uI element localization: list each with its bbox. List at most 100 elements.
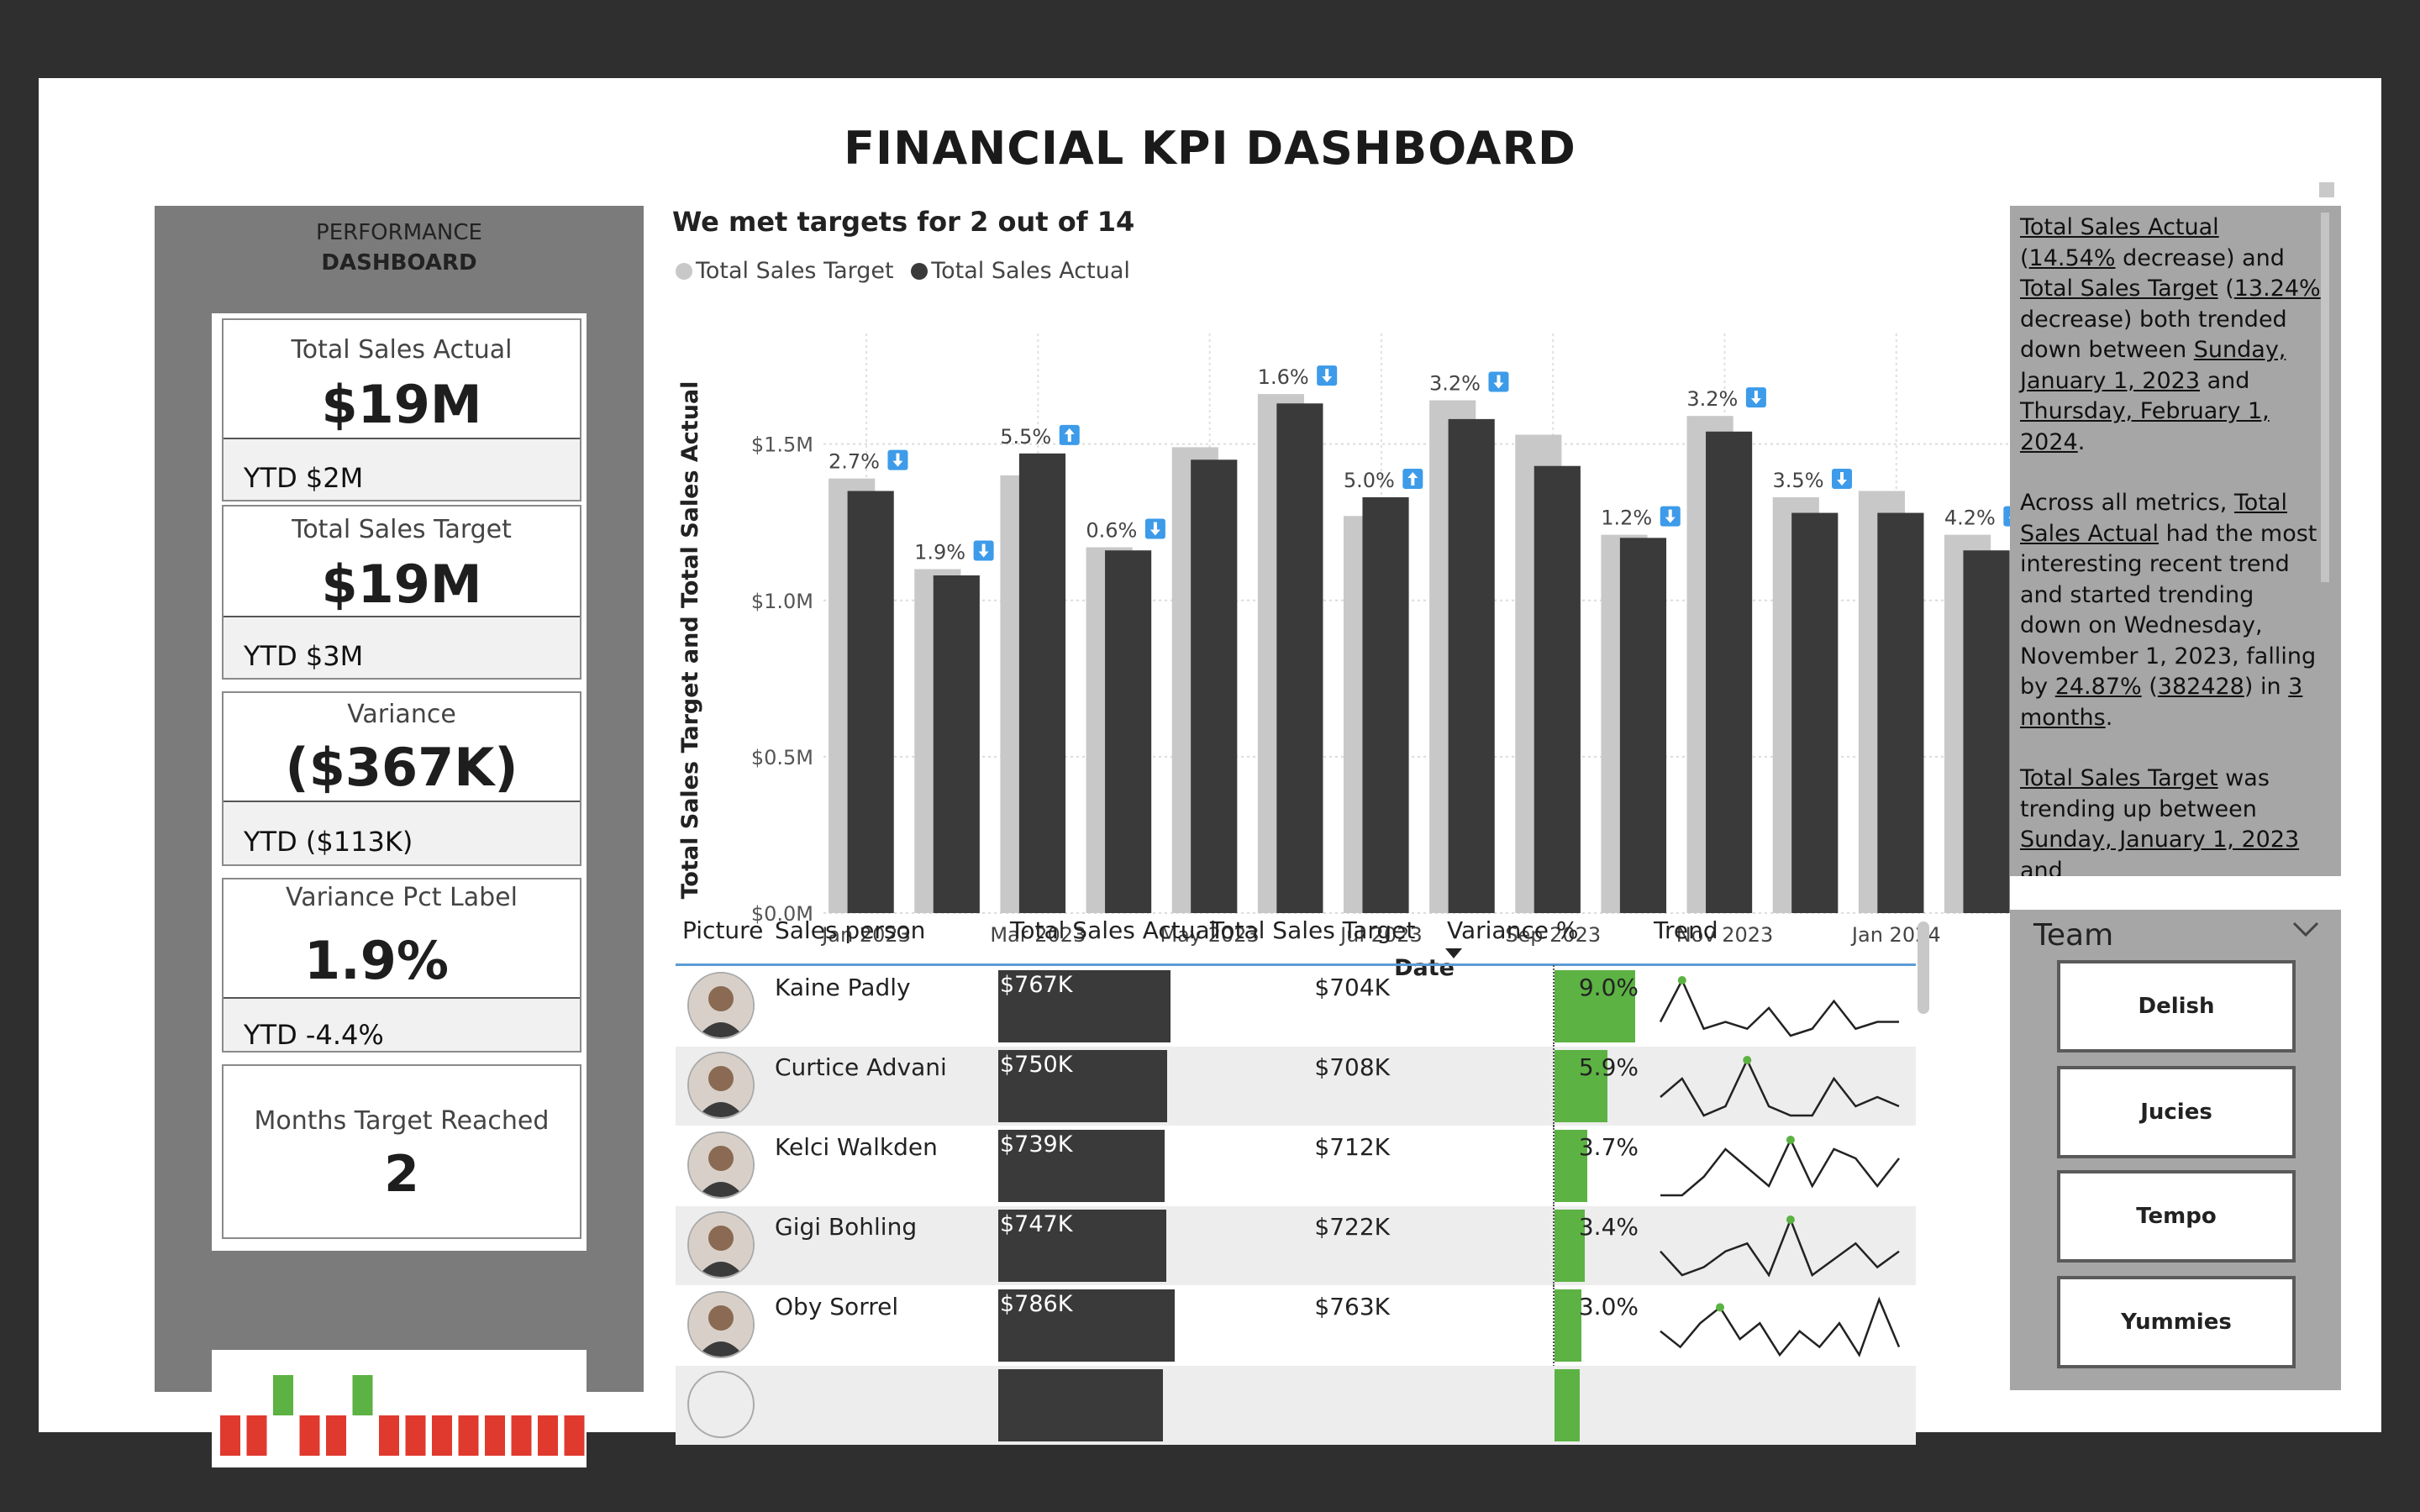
table-body: Kaine Padly $767K $704K 9.0% Curtice Adv… [676,965,1916,1462]
narrative-paragraph: Total Sales Target was trending up betwe… [2020,764,2321,876]
narrative-link[interactable]: Total Sales Target [2020,765,2218,791]
performance-panel: PERFORMANCE DASHBOARD Total Sales Actual… [155,206,644,1467]
sales-bar-chart[interactable]: $0.0M$0.5M$1.0M$1.5M2.7%1.9%5.5%0.6%1.6%… [672,298,2033,987]
arrow-down-icon [1832,468,1853,489]
kpi-ytd: YTD $3M [224,616,580,678]
chevron-down-icon[interactable] [2292,921,2319,938]
y-tick-label: $1.5M [751,433,813,457]
narrative-text: and [2200,367,2250,394]
sparkline-peak-marker [1786,1136,1795,1144]
table-scrollbar[interactable] [1918,921,1929,1014]
actual-cell: $739K [998,1126,1183,1205]
visual-options-icon[interactable] [2319,182,2334,197]
kpi-ytd: YTD ($113K) [224,801,580,864]
sales-person-name: Gigi Bohling [775,1213,918,1241]
narrative-link[interactable]: 382428 [2158,674,2244,700]
narrative-text: decrease) and [2115,244,2285,271]
month-missed-bar [220,1415,240,1456]
team-option-tempo[interactable]: Tempo [2057,1170,2296,1263]
month-met-bar [352,1375,373,1415]
col-header-sales-person[interactable]: Sales person [775,916,925,944]
sparkline-peak-marker [1716,1303,1724,1312]
kpi-card-variance[interactable]: Variance ($367K) YTD ($113K) [222,691,581,866]
legend-label-target: Total Sales Target [696,258,894,284]
arrow-down-icon [973,540,994,561]
panel-title-line2: DASHBOARD [321,250,477,276]
col-header-picture[interactable]: Picture [682,916,763,944]
narrative-link[interactable]: months [2020,705,2106,731]
variance-value: 5.9% [1578,1053,1639,1081]
sparkline-peak-marker [1743,1056,1752,1064]
sparkline-path [1660,1137,1900,1197]
kpi-label: Variance [347,700,456,729]
kpi-value: ($367K) [285,737,518,798]
bar-actual [1018,453,1066,913]
sparkline-path [1660,1216,1900,1278]
table-row-partial[interactable] [676,1366,1916,1445]
narrative-link[interactable]: 14.54% [2029,245,2116,271]
legend-label-actual: Total Sales Actual [931,258,1130,284]
narrative-scrollbar[interactable] [2321,213,2329,582]
narrative-link[interactable]: 3 [2288,674,2302,700]
bar-actual [1448,418,1495,913]
data-label: 3.2% [1429,372,1481,396]
avatar [687,1291,755,1358]
table-row[interactable]: Gigi Bohling $747K $722K 3.4% [676,1205,1916,1287]
data-label: 3.2% [1686,387,1738,411]
team-option-delish[interactable]: Delish [2057,960,2296,1053]
col-header-total-sales-target[interactable]: Total Sales Target [1210,916,1415,944]
y-tick-label: $0.5M [751,746,813,769]
narrative-text: ( [2141,674,2158,700]
sparkline-path [1660,1058,1900,1117]
sales-person-name: Kelci Walkden [775,1133,938,1161]
sort-desc-icon[interactable] [1445,948,1462,958]
kpi-value: $19M [321,374,482,435]
y-tick-label: $1.0M [751,590,813,613]
legend-marker-target [676,263,692,280]
narrative-paragraph: Total Sales Actual (14.54% decrease) and… [2020,213,2321,458]
month-missed-bar [485,1415,505,1456]
narrative-link[interactable]: 24.87% [2055,674,2142,700]
sales-person-name: Oby Sorrel [775,1293,899,1320]
table-row[interactable]: Oby Sorrel $786K $763K 3.0% [676,1284,1916,1367]
month-missed-bar [326,1415,346,1456]
actual-cell: $750K [998,1047,1183,1126]
arrow-down-icon [1660,506,1681,527]
team-option-yummies[interactable]: Yummies [2057,1276,2296,1368]
narrative-link[interactable]: Sunday, January 1, 2023 [2020,827,2299,853]
bar-actual [1105,550,1152,913]
bar-actual [1191,459,1238,913]
table-row[interactable]: Curtice Advani $750K $708K 5.9% [676,1045,1916,1127]
col-header-trend[interactable]: Trend [1654,916,1718,944]
col-header-variance-pct[interactable]: Variance % [1447,916,1578,944]
bar-actual [1619,538,1667,913]
kpi-card-total-sales-target[interactable]: Total Sales Target $19M YTD $3M [222,505,581,680]
kpi-card-months-target-reached[interactable]: Months Target Reached 2 [222,1064,581,1239]
kpi-card-variance-pct[interactable]: Variance Pct Label 1.9% YTD -4.4% [222,878,581,1053]
narrative-link[interactable]: Total Sales Target [2020,276,2218,302]
team-slicer: Team Delish Jucies Tempo Yummies [2010,910,2341,1390]
team-option-jucies[interactable]: Jucies [2057,1066,2296,1158]
data-label: 1.2% [1601,507,1652,530]
bar-actual [847,491,894,913]
sales-person-name: Kaine Padly [775,974,911,1001]
smart-narrative-panel: Total Sales Actual (14.54% decrease) and… [2010,206,2341,876]
table-row[interactable]: Kelci Walkden $739K $712K 3.7% [676,1125,1916,1207]
narrative-link[interactable]: 13.24% [2234,276,2321,302]
actual-value: $747K [1000,1211,1073,1237]
header-divider [676,963,1916,966]
col-header-total-sales-actual[interactable]: Total Sales Actual [1010,916,1216,944]
variance-bar [1555,1369,1580,1441]
narrative-link[interactable]: Total Sales Actual [2020,214,2219,240]
legend-item-actual[interactable]: Total Sales Actual [911,258,1130,284]
avatar [687,1211,755,1278]
month-met-bar [273,1375,293,1415]
legend-item-target[interactable]: Total Sales Target [676,258,894,284]
kpi-card-total-sales-actual[interactable]: Total Sales Actual $19M YTD $2M [222,318,581,501]
arrow-down-icon [1745,387,1766,408]
arrow-up-icon [1059,424,1080,445]
table-row[interactable]: Kaine Padly $767K $704K 9.0% [676,965,1916,1047]
arrow-up-icon [1402,468,1423,489]
actual-cell: $786K [998,1286,1183,1365]
narrative-link[interactable]: Thursday, February 1, 2024 [2020,398,2270,455]
